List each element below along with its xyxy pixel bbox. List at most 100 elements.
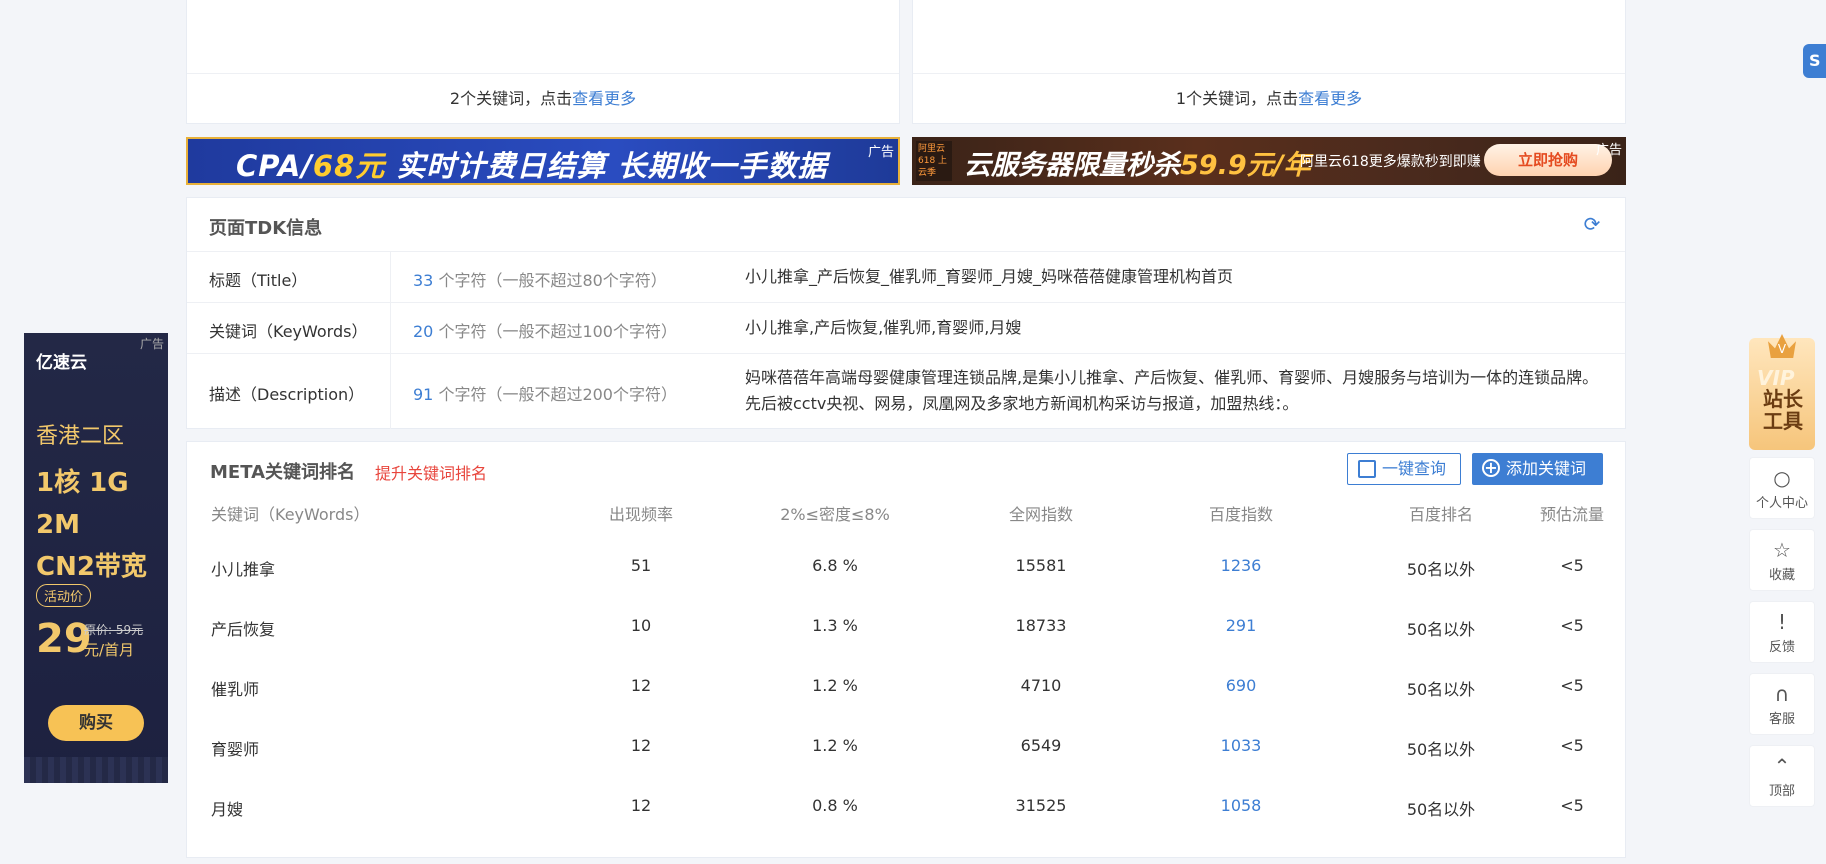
ad-decoration [24, 757, 168, 783]
tdk-header: 页面TDK信息 ⟳ [187, 198, 1625, 252]
sidebar-item-back-to-top[interactable]: ⌃ 顶部 [1749, 745, 1815, 807]
keyword-cell: 产后恢复 [211, 620, 276, 639]
promo-pill: 活动价 [36, 584, 92, 607]
traffic-cell: <5 [1560, 676, 1584, 695]
crown-icon: V [1768, 334, 1796, 358]
feedback-icon: ! [1777, 610, 1787, 634]
column-header[interactable]: 关键词（KeyWords） [211, 501, 369, 525]
density-cell: 0.8 % [812, 796, 858, 815]
headset-icon: ∩ [1774, 682, 1790, 706]
baidu-rank-cell: 50名以外 [1406, 620, 1476, 639]
tdk-label: 关键词（KeyWords） [209, 322, 368, 341]
meta-keyword-panel: META关键词排名 提升关键词排名 一键查询 + 添加关键词 关键词（KeyWor… [186, 441, 1626, 858]
sidebar-item-support[interactable]: ∩ 客服 [1749, 673, 1815, 735]
density-cell: 6.8 % [812, 556, 858, 575]
ad-line-spec: 1核 1G 2M CN2带宽 [36, 468, 147, 582]
aliyun-logo: 阿里云 618 上云季 [916, 141, 952, 181]
corner-badge-icon[interactable]: S [1803, 44, 1826, 78]
frequency-cell: 51 [630, 556, 652, 575]
density-cell: 1.2 % [812, 736, 858, 755]
column-header[interactable]: 全网指数 [981, 501, 1101, 525]
keyword-cell: 催乳师 [211, 680, 260, 699]
tdk-row-description: 描述（Description） 91 个字符（一般不超过200个字符） 妈咪蓓蓓… [187, 354, 1625, 429]
tdk-count: 33 个字符（一般不超过80个字符） [413, 271, 667, 290]
tdk-label: 描述（Description） [209, 385, 365, 404]
vip-text: 站长工具 [1763, 387, 1803, 433]
tdk-value: 小儿推拿,产后恢复,催乳师,育婴师,月嫂 [745, 318, 1022, 337]
web-index-cell: 4710 [1020, 676, 1062, 695]
left-vertical-ad[interactable]: 广告 亿速云 香港二区 1核 1G 2M CN2带宽 活动价 29 原价: 59元… [24, 333, 168, 783]
web-index-cell: 18733 [1015, 616, 1067, 635]
frequency-cell: 10 [630, 616, 652, 635]
density-cell: 1.2 % [812, 676, 858, 695]
buy-now-button[interactable]: 立即抢购 [1484, 144, 1612, 176]
banner-ad-headline: 云服务器限量秒杀59.9元/年 [964, 150, 1311, 181]
baidu-rank-cell: 50名以外 [1406, 740, 1476, 759]
frequency-cell: 12 [630, 676, 652, 695]
ad-tag: 广告 [139, 337, 164, 351]
sidebar-item-user-center[interactable]: ○ 个人中心 [1749, 457, 1815, 519]
banner-ad-subtext: 阿里云618更多爆款秒到即赚 [1300, 154, 1481, 170]
meta-title: META关键词排名 [210, 462, 356, 483]
yisu-cloud-logo: 亿速云 [36, 353, 87, 373]
keyword-count-text: 2个关键词，点击 [449, 89, 573, 108]
improve-ranking-link[interactable]: 提升关键词排名 [375, 460, 487, 484]
user-icon: ○ [1773, 466, 1791, 490]
ad-price-unit: 元/首月 [84, 641, 135, 659]
baidu-index-link[interactable]: 1058 [1181, 796, 1301, 815]
tdk-value: 妈咪蓓蓓年高端母婴健康管理连锁品牌,是集小儿推拿、产后恢复、催乳师、育婴师、月嫂… [745, 368, 1599, 413]
keyword-cell: 月嫂 [211, 800, 244, 819]
view-more-link[interactable]: 查看更多 [1298, 89, 1362, 108]
ad-buy-button[interactable]: 购买 [48, 705, 144, 741]
keyword-card-left: 2个关键词，点击查看更多 [186, 0, 900, 124]
view-more-link[interactable]: 查看更多 [572, 89, 636, 108]
tdk-label: 标题（Title） [209, 271, 308, 290]
column-header[interactable]: 百度指数 [1181, 501, 1301, 525]
column-header[interactable]: 百度排名 [1371, 501, 1511, 525]
column-header[interactable]: 出现频率 [581, 501, 701, 525]
tdk-value: 小儿推拿_产后恢复_催乳师_育婴师_月嫂_妈咪蓓蓓健康管理机构首页 [745, 267, 1234, 286]
search-icon [1358, 460, 1376, 478]
ad-tag: 广告 [867, 145, 894, 160]
traffic-cell: <5 [1560, 616, 1584, 635]
vip-webmaster-tools[interactable]: V VIP 站长工具 [1749, 334, 1815, 450]
refresh-icon[interactable]: ⟳ [1581, 213, 1603, 235]
baidu-rank-cell: 50名以外 [1406, 680, 1476, 699]
keyword-cell: 小儿推拿 [211, 560, 276, 579]
tdk-title: 页面TDK信息 [209, 218, 323, 239]
frequency-cell: 12 [630, 736, 652, 755]
sidebar-item-feedback[interactable]: ! 反馈 [1749, 601, 1815, 663]
traffic-cell: <5 [1560, 796, 1584, 815]
baidu-index-link[interactable]: 1033 [1181, 736, 1301, 755]
frequency-cell: 12 [630, 796, 652, 815]
sidebar-item-favorite[interactable]: ☆ 收藏 [1749, 529, 1815, 591]
star-icon: ☆ [1773, 538, 1791, 562]
web-index-cell: 15581 [1015, 556, 1067, 575]
baidu-index-link[interactable]: 291 [1181, 616, 1301, 635]
baidu-index-link[interactable]: 690 [1181, 676, 1301, 695]
banner-ad-cpa[interactable]: CPA/68元 实时计费日结算 长期收一手数据 广告 [186, 137, 900, 185]
arrow-up-icon: ⌃ [1773, 754, 1791, 778]
tdk-row-keywords: 关键词（KeyWords） 20 个字符（一般不超过100个字符） 小儿推拿,产… [187, 303, 1625, 354]
keyword-card-footer: 2个关键词，点击查看更多 [187, 73, 899, 123]
tdk-row-title: 标题（Title） 33 个字符（一般不超过80个字符） 小儿推拿_产后恢复_催… [187, 252, 1625, 303]
plus-circle-icon: + [1482, 459, 1500, 477]
keyword-card-footer: 1个关键词，点击查看更多 [913, 73, 1625, 123]
baidu-rank-cell: 50名以外 [1406, 800, 1476, 819]
ad-line-region: 香港二区 [36, 424, 125, 449]
tdk-panel: 页面TDK信息 ⟳ 标题（Title） 33 个字符（一般不超过80个字符） 小… [186, 197, 1626, 429]
traffic-cell: <5 [1560, 736, 1584, 755]
traffic-cell: <5 [1560, 556, 1584, 575]
add-keyword-button[interactable]: + 添加关键词 [1472, 453, 1603, 485]
banner-ad-text: CPA/68元 实时计费日结算 长期收一手数据 [236, 149, 828, 183]
banner-ad-aliyun[interactable]: 阿里云 618 上云季 云服务器限量秒杀59.9元/年 阿里云618更多爆款秒到… [912, 137, 1626, 185]
quick-query-button[interactable]: 一键查询 [1347, 453, 1461, 485]
baidu-rank-cell: 50名以外 [1406, 560, 1476, 579]
ad-tag: 广告 [1595, 143, 1622, 158]
baidu-index-link[interactable]: 1236 [1181, 556, 1301, 575]
keyword-card-right: 1个关键词，点击查看更多 [912, 0, 1626, 124]
tdk-count: 20 个字符（一般不超过100个字符） [413, 322, 677, 341]
column-header[interactable]: 2%≤密度≤8% [755, 501, 915, 525]
column-header[interactable]: 预估流量 [1527, 501, 1617, 525]
density-cell: 1.3 % [812, 616, 858, 635]
